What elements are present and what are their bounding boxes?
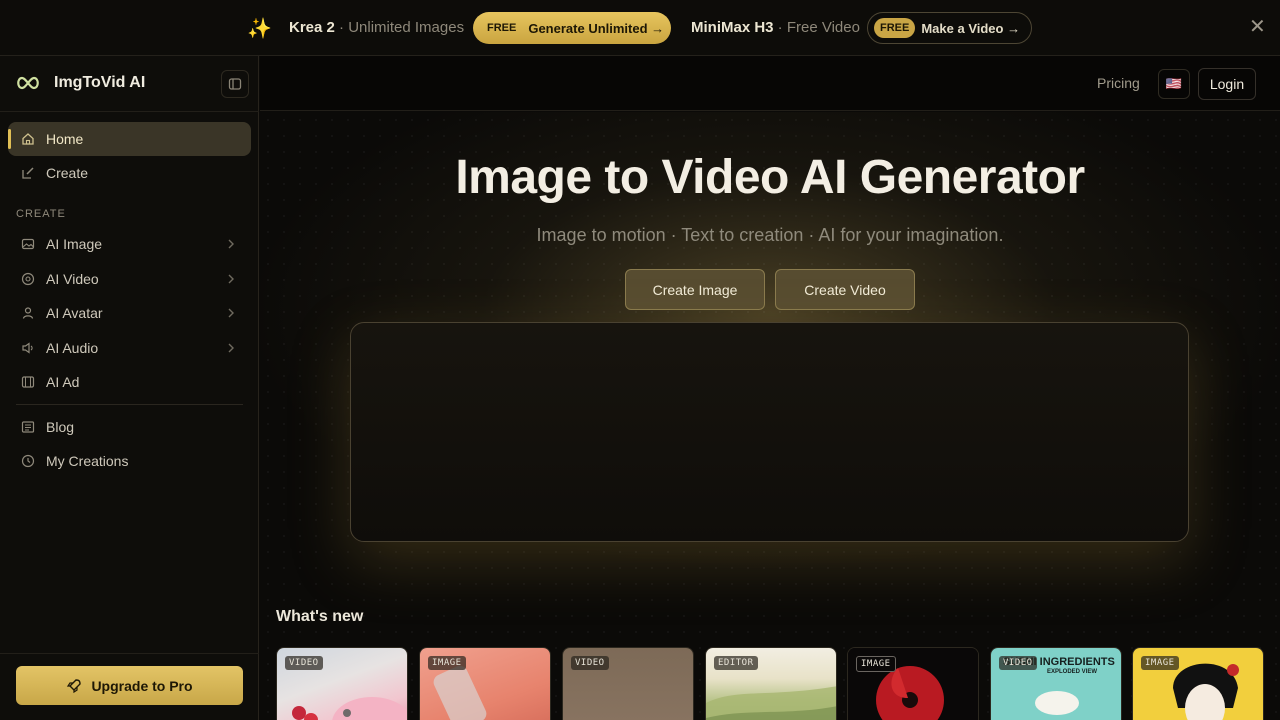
minimax-title: MiniMax H3 bbox=[691, 19, 774, 36]
clock-icon bbox=[21, 454, 35, 468]
whats-new-card[interactable]: EDITOR bbox=[705, 647, 837, 720]
sidebar-item-home[interactable]: Home bbox=[8, 122, 251, 156]
whats-new-card[interactable]: IMAGE bbox=[847, 647, 979, 720]
make-a-video-label: Make a Video → bbox=[921, 20, 1021, 36]
upgrade-area: Upgrade to Pro bbox=[0, 653, 259, 720]
chevron-right-icon bbox=[228, 308, 234, 318]
sidebar-item-my-creations[interactable]: My Creations bbox=[8, 444, 251, 478]
create-video-button[interactable]: Create Video bbox=[775, 269, 915, 310]
free-badge: FREE bbox=[874, 18, 916, 38]
minimax-subtitle: · Free Video bbox=[773, 19, 860, 36]
sidebar-item-label: Home bbox=[46, 131, 84, 147]
login-button[interactable]: Login bbox=[1198, 68, 1256, 100]
promo-banner: ✨ Krea 2 · Unlimited Images FREE Generat… bbox=[0, 0, 1280, 56]
make-a-video-button[interactable]: FREE Make a Video → bbox=[867, 12, 1032, 44]
home-icon bbox=[21, 132, 35, 146]
sidebar-toggle-button[interactable] bbox=[221, 70, 249, 98]
newspaper-icon bbox=[21, 420, 35, 434]
media-type-tag: EDITOR bbox=[714, 656, 758, 670]
video-icon bbox=[21, 272, 35, 286]
sparkle-icon: ✨ bbox=[247, 18, 272, 40]
chevron-right-icon bbox=[228, 343, 234, 353]
sidebar-item-ai-ad[interactable]: AI Ad bbox=[8, 365, 251, 399]
sidebar-item-blog[interactable]: Blog bbox=[8, 410, 251, 444]
sidebar-divider bbox=[0, 111, 259, 112]
krea-title: Krea 2 bbox=[289, 19, 335, 36]
media-type-tag: IMAGE bbox=[428, 656, 466, 670]
user-icon bbox=[21, 306, 35, 320]
sidebar-item-ai-audio[interactable]: AI Audio bbox=[8, 331, 251, 365]
sidebar-item-ai-video[interactable]: AI Video bbox=[8, 262, 251, 296]
rocket-icon bbox=[66, 678, 82, 694]
sidebar-item-ai-avatar[interactable]: AI Avatar bbox=[8, 296, 251, 330]
sidebar-item-label: Create bbox=[46, 165, 89, 181]
sidebar-item-label: AI Avatar bbox=[46, 305, 103, 321]
brand[interactable]: ImgToVid AI bbox=[15, 74, 145, 92]
minimax-promo-text: MiniMax H3 · Free Video bbox=[691, 19, 860, 36]
generate-unlimited-label: Generate Unlimited → bbox=[528, 20, 665, 36]
whats-new-card[interactable]: IMAGE bbox=[419, 647, 551, 720]
sidebar-panel-icon bbox=[228, 78, 242, 90]
hero-subtitle: Image to motion · Text to creation · AI … bbox=[536, 225, 1004, 245]
image-icon bbox=[21, 237, 35, 251]
edit-icon bbox=[21, 166, 35, 180]
sidebar-item-label: AI Image bbox=[46, 236, 103, 252]
free-badge: FREE bbox=[487, 22, 517, 34]
brand-name: ImgToVid AI bbox=[54, 74, 146, 91]
sidebar-item-label: AI Audio bbox=[46, 340, 99, 356]
pricing-link[interactable]: Pricing bbox=[1097, 75, 1140, 91]
top-header: Pricing 🇺🇸 Login bbox=[260, 56, 1280, 111]
preview-panel bbox=[350, 322, 1189, 542]
media-type-tag: IMAGE bbox=[856, 656, 896, 672]
sidebar-item-label: AI Video bbox=[46, 271, 99, 287]
sidebar-item-label: Blog bbox=[46, 419, 75, 435]
whats-new-heading: What's new bbox=[276, 608, 364, 625]
create-image-button[interactable]: Create Image bbox=[625, 269, 765, 310]
upgrade-label: Upgrade to Pro bbox=[91, 677, 193, 694]
whats-new-card[interactable]: VIDEO bbox=[276, 647, 408, 720]
media-type-tag: VIDEO bbox=[999, 656, 1037, 670]
sidebar-item-create[interactable]: Create bbox=[8, 156, 251, 190]
sidebar-section-divider bbox=[16, 404, 243, 405]
section-label: CREATE bbox=[16, 208, 66, 220]
close-icon[interactable]: ✕ bbox=[1249, 17, 1266, 37]
whats-new-card[interactable]: VIDEO bbox=[562, 647, 694, 720]
whats-new-card[interactable]: IMAGE bbox=[1132, 647, 1264, 720]
main-content: Image to Video AI Generator Image to mot… bbox=[260, 112, 1280, 720]
language-selector[interactable]: 🇺🇸 bbox=[1158, 69, 1190, 99]
chevron-right-icon bbox=[228, 274, 234, 284]
sidebar: ImgToVid AI Home Create CREATE AI Image … bbox=[0, 56, 259, 720]
speaker-icon bbox=[21, 341, 35, 355]
us-flag-icon: 🇺🇸 bbox=[1165, 76, 1183, 91]
sidebar-item-label: My Creations bbox=[46, 453, 129, 469]
page-title: Image to Video AI Generator bbox=[455, 151, 1085, 204]
whats-new-card[interactable]: SUSHI INGREDIENTS EXPLODED VIEW VIDEO bbox=[990, 647, 1122, 720]
sidebar-item-label: AI Ad bbox=[46, 374, 80, 390]
infinity-logo-icon bbox=[15, 76, 41, 90]
media-type-tag: IMAGE bbox=[1141, 656, 1179, 670]
krea-subtitle: · Unlimited Images bbox=[334, 19, 465, 36]
generate-unlimited-button[interactable]: FREE Generate Unlimited → bbox=[473, 12, 671, 44]
chevron-right-icon bbox=[228, 239, 234, 249]
media-type-tag: VIDEO bbox=[571, 656, 609, 670]
film-icon bbox=[21, 375, 35, 389]
krea-promo-text: Krea 2 · Unlimited Images bbox=[289, 19, 464, 36]
media-type-tag: VIDEO bbox=[285, 656, 323, 670]
upgrade-to-pro-button[interactable]: Upgrade to Pro bbox=[16, 666, 243, 705]
sidebar-item-ai-image[interactable]: AI Image bbox=[8, 227, 251, 261]
